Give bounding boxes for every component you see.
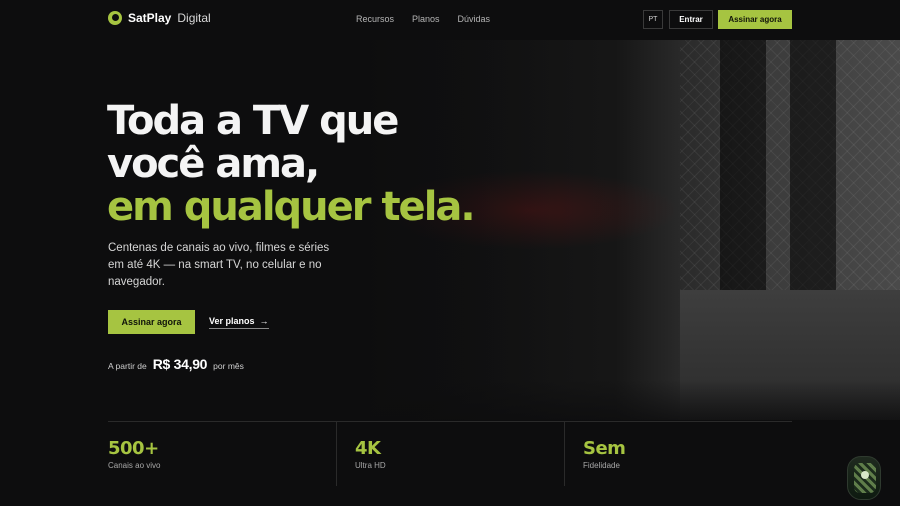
stats-divider-line: [108, 421, 792, 422]
view-plans-link[interactable]: Ver planos →: [209, 316, 269, 329]
nav-link-recursos[interactable]: Recursos: [356, 14, 394, 24]
brand-logo[interactable]: SatPlay Digital: [108, 11, 211, 25]
login-button[interactable]: Entrar: [669, 10, 713, 29]
brand-name: SatPlay: [128, 11, 172, 25]
hero-title: Toda a TV que você ama, em qualquer tela…: [107, 100, 487, 229]
background-post: [720, 40, 766, 290]
stat-value: 500+: [108, 438, 159, 459]
top-nav: SatPlay Digital Recursos Planos Dúvidas …: [0, 0, 900, 40]
hero-title-accent: em qualquer tela.: [107, 184, 476, 230]
price-suffix: por mês: [213, 361, 244, 371]
satplay-logo-icon: [108, 11, 122, 25]
nav-link-duvidas[interactable]: Dúvidas: [458, 14, 491, 24]
price-info: A partir de R$ 34,90 por mês: [108, 356, 244, 372]
stat-divider: [564, 422, 565, 486]
background-post: [790, 40, 836, 290]
stat-fidelity: Sem Fidelidade: [583, 438, 626, 470]
stat-channels: 500+ Canais ao vivo: [108, 438, 160, 470]
stat-label: Canais ao vivo: [108, 461, 161, 470]
stat-quality: 4K Ultra HD: [355, 438, 386, 470]
stat-value: Sem: [583, 438, 626, 459]
hero-description: Centenas de canais ao vivo, filmes e sér…: [108, 242, 330, 288]
nav-links: Recursos Planos Dúvidas: [356, 14, 490, 24]
nav-link-planos[interactable]: Planos: [412, 14, 440, 24]
subscribe-button-hero[interactable]: Assinar agora: [108, 310, 195, 334]
stat-value: 4K: [355, 438, 381, 459]
stat-label: Ultra HD: [355, 461, 386, 470]
stat-divider: [336, 422, 337, 486]
brand-sub: Digital: [177, 11, 211, 25]
stat-label: Fidelidade: [583, 461, 620, 470]
language-selector[interactable]: PT: [643, 10, 663, 29]
view-plans-label: Ver planos: [209, 316, 255, 326]
arrow-right-icon: →: [259, 316, 269, 326]
hero-title-main: Toda a TV que você ama,: [107, 98, 399, 187]
price-value: R$ 34,90: [152, 356, 208, 372]
floating-chat-widget[interactable]: [847, 456, 881, 500]
price-prefix: A partir de: [108, 361, 147, 371]
subscribe-button-nav[interactable]: Assinar agora: [718, 10, 792, 29]
